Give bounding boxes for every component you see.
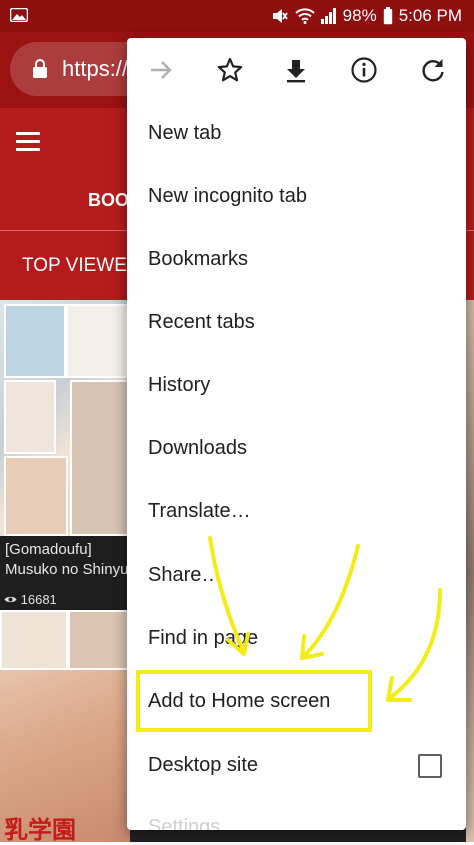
battery-percent: 98%	[342, 6, 377, 25]
battery-icon	[383, 7, 393, 25]
menu-item-desktop-site[interactable]: Desktop site	[148, 754, 258, 777]
wifi-icon	[294, 8, 315, 24]
eye-icon	[4, 592, 21, 607]
lock-icon	[32, 59, 48, 84]
gallery-edge	[466, 300, 474, 842]
top-viewed-heading[interactable]: TOP VIEWE	[22, 255, 127, 277]
forward-icon[interactable]	[147, 56, 175, 84]
clock: 5:06 PM	[398, 6, 462, 25]
menu-icon-row	[127, 38, 466, 102]
annotation-highlight-box	[136, 670, 372, 732]
caption-line-2: Musuko no Shinyu	[5, 561, 129, 578]
menu-item-downloads[interactable]: Downloads	[148, 437, 247, 460]
menu-item-history[interactable]: History	[148, 374, 210, 397]
caption-line-1: [Gomadoufu]	[5, 541, 92, 558]
url-text: https://	[62, 56, 129, 81]
download-icon[interactable]	[282, 56, 310, 84]
view-count-value: 16681	[20, 592, 57, 607]
signal-icon	[320, 8, 337, 24]
gallery-caption[interactable]: [Gomadoufu] Musuko no Shinyu	[0, 536, 130, 592]
menu-item-settings[interactable]: Settings	[148, 816, 220, 830]
desktop-site-checkbox[interactable]	[418, 754, 442, 778]
thumbnail-title: 乳学園	[4, 817, 76, 844]
gallery-thumbnail[interactable]: 乳学園	[0, 610, 134, 844]
menu-item-find-in-page[interactable]: Find in page	[148, 627, 258, 650]
tab-books[interactable]: BOO	[88, 190, 129, 211]
menu-item-bookmarks[interactable]: Bookmarks	[148, 248, 248, 271]
info-icon[interactable]	[350, 56, 378, 84]
menu-item-translate[interactable]: Translate…	[148, 500, 251, 523]
menu-item-recent-tabs[interactable]: Recent tabs	[148, 311, 255, 334]
star-icon[interactable]	[216, 56, 244, 84]
mute-icon	[271, 7, 289, 25]
status-bar: 98% 5:06 PM	[0, 0, 474, 32]
gallery-thumbnail[interactable]	[0, 300, 130, 536]
image-notification-icon	[9, 7, 29, 23]
hamburger-menu-icon[interactable]	[16, 132, 40, 152]
view-count: 16681	[0, 592, 130, 610]
refresh-icon[interactable]	[419, 56, 447, 84]
menu-item-share[interactable]: Share…	[148, 564, 221, 587]
menu-item-new-incognito-tab[interactable]: New incognito tab	[148, 185, 307, 208]
menu-item-new-tab[interactable]: New tab	[148, 122, 221, 145]
